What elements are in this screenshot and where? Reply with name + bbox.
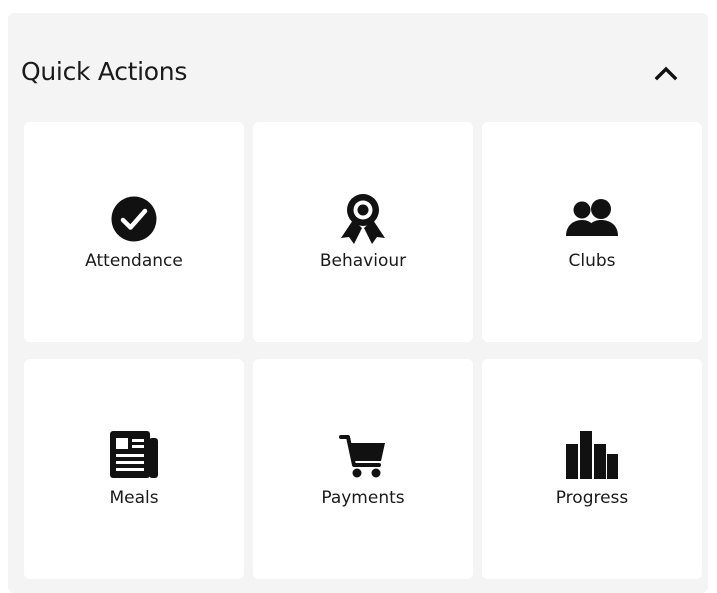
quick-actions-title: Quick Actions: [21, 57, 188, 86]
quick-actions-header: Quick Actions: [8, 13, 708, 123]
meals-label: Meals: [109, 488, 159, 508]
attendance-label: Attendance: [85, 251, 183, 271]
payments-card[interactable]: Payments: [253, 359, 473, 579]
award-ribbon-icon: [341, 194, 385, 244]
newspaper-icon: [110, 431, 158, 478]
progress-label: Progress: [555, 488, 629, 508]
collapse-button[interactable]: [653, 61, 679, 85]
behaviour-card[interactable]: Behaviour: [253, 122, 473, 342]
clubs-label: Clubs: [568, 251, 616, 271]
payments-label: Payments: [321, 488, 405, 508]
progress-card[interactable]: Progress: [482, 359, 702, 579]
behaviour-label: Behaviour: [319, 251, 407, 271]
check-circle-icon: [111, 196, 157, 242]
meals-card[interactable]: Meals: [24, 359, 244, 579]
chevron-up-icon: [654, 66, 678, 81]
bar-chart-icon: [566, 431, 618, 479]
attendance-card[interactable]: Attendance: [24, 122, 244, 342]
users-icon: [566, 199, 618, 236]
quick-actions-panel: Quick Actions Attendance Behaviour Clubs…: [8, 13, 708, 593]
clubs-card[interactable]: Clubs: [482, 122, 702, 342]
shopping-cart-icon: [339, 435, 385, 478]
